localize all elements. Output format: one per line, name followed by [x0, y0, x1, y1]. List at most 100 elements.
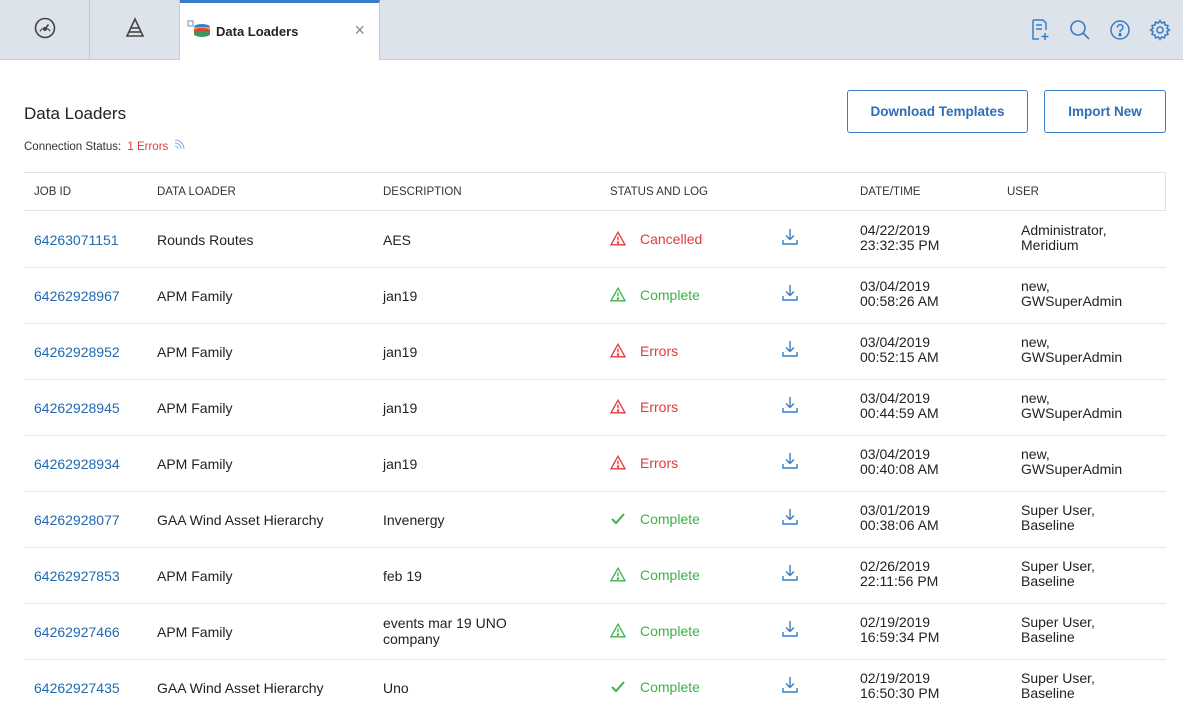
- header-data-loader[interactable]: DATA LOADER: [157, 186, 236, 198]
- user: Administrator, Meridium: [1021, 223, 1107, 253]
- help-icon[interactable]: [1107, 17, 1133, 43]
- time: 16:59:34 PM: [860, 629, 940, 645]
- status-cell[interactable]: Complete: [610, 287, 700, 303]
- header-job-id[interactable]: JOB ID: [34, 186, 71, 198]
- download-templates-button[interactable]: Download Templates: [847, 90, 1028, 133]
- date: 03/04/2019: [860, 390, 931, 406]
- job-id-link[interactable]: 64262927853: [34, 568, 120, 584]
- user-line-1: Super User,: [1021, 558, 1095, 574]
- warning-icon: [610, 231, 626, 247]
- page-title: Data Loaders: [24, 104, 127, 123]
- download-log-icon[interactable]: [780, 507, 800, 527]
- connection-status: Connection Status: 1 Errors: [24, 139, 185, 153]
- status-label: Errors: [640, 343, 679, 359]
- connection-errors-link[interactable]: 1 Errors: [127, 141, 168, 153]
- user-line-1: Super User,: [1021, 670, 1095, 686]
- signal-icon: [174, 139, 185, 153]
- job-id-link[interactable]: 64262928952: [34, 344, 120, 360]
- download-log-icon[interactable]: [780, 675, 800, 695]
- header-datetime[interactable]: DATE/TIME: [860, 186, 920, 198]
- job-id-link[interactable]: 64263071151: [34, 232, 119, 248]
- warning-icon: [610, 623, 626, 639]
- data-loader-name: APM Family: [157, 288, 233, 304]
- user-line-2: GWSuperAdmin: [1021, 349, 1123, 365]
- status-cell[interactable]: Complete: [610, 567, 700, 583]
- status-cell[interactable]: Errors: [610, 455, 678, 471]
- table-row: 64262928967 APM Family jan19 Complete 03/04/…: [24, 268, 1166, 324]
- tab-dashboard[interactable]: [0, 0, 90, 60]
- date: 03/04/2019: [860, 446, 931, 462]
- time: 00:58:26 AM: [860, 293, 939, 309]
- header-description[interactable]: DESCRIPTION: [383, 186, 462, 198]
- date: 03/04/2019: [860, 278, 931, 294]
- status-cell[interactable]: Errors: [610, 399, 678, 415]
- date: 02/19/2019: [860, 614, 931, 630]
- table-header: JOB ID DATA LOADER DESCRIPTION STATUS AN…: [24, 172, 1166, 211]
- job-id-link[interactable]: 64262928934: [34, 456, 120, 472]
- download-log-icon[interactable]: [780, 619, 800, 639]
- gauge-icon: [33, 16, 57, 45]
- check-icon: [610, 679, 626, 695]
- status-label: Complete: [640, 567, 700, 583]
- top-tab-bar: Data Loaders ×: [0, 0, 1183, 60]
- status-cell[interactable]: Cancelled: [610, 231, 702, 247]
- time: 00:40:08 AM: [860, 461, 939, 477]
- gear-icon[interactable]: [1147, 17, 1173, 43]
- close-icon[interactable]: ×: [354, 21, 365, 39]
- time: 22:11:56 PM: [860, 573, 939, 589]
- description: feb 19: [383, 568, 422, 584]
- status-cell[interactable]: Complete: [610, 679, 700, 695]
- datetime: 02/26/2019 22:11:56 PM: [860, 559, 938, 589]
- download-log-icon[interactable]: [780, 339, 800, 359]
- table-row: 64263071151 Rounds Routes AES Cancelled 04/2…: [24, 212, 1166, 268]
- status-cell[interactable]: Complete: [610, 511, 700, 527]
- header-status[interactable]: STATUS AND LOG: [610, 186, 708, 198]
- date: 03/01/2019: [860, 502, 931, 518]
- warning-icon: [610, 567, 626, 583]
- download-log-icon[interactable]: [780, 451, 800, 471]
- header-user[interactable]: USER: [1007, 186, 1039, 198]
- download-log-icon[interactable]: [780, 563, 800, 583]
- user: Super User, Baseline: [1021, 503, 1095, 533]
- status-label: Complete: [640, 511, 700, 527]
- job-id-link[interactable]: 64262927435: [34, 680, 120, 696]
- tab-data-loaders[interactable]: Data Loaders ×: [180, 0, 380, 60]
- table-row: 64262928934 APM Family jan19 Errors 03/04/20…: [24, 436, 1166, 492]
- datetime: 03/01/2019 00:38:06 AM: [860, 503, 939, 533]
- user-line-1: new,: [1021, 278, 1050, 294]
- description: jan19: [383, 288, 418, 304]
- date: 04/22/2019: [860, 222, 931, 238]
- time: 00:44:59 AM: [860, 405, 939, 421]
- download-log-icon[interactable]: [780, 283, 800, 303]
- job-id-link[interactable]: 64262928945: [34, 400, 120, 416]
- user-line-1: Super User,: [1021, 502, 1095, 518]
- date: 03/04/2019: [860, 334, 931, 350]
- user: new, GWSuperAdmin: [1021, 391, 1122, 421]
- connection-label: Connection Status:: [24, 141, 122, 153]
- datetime: 03/04/2019 00:52:15 AM: [860, 335, 939, 365]
- warning-icon: [610, 343, 626, 359]
- status-cell[interactable]: Errors: [610, 343, 678, 359]
- user-line-1: Administrator,: [1021, 222, 1107, 238]
- time: 00:38:06 AM: [860, 517, 939, 533]
- status-label: Complete: [640, 623, 700, 639]
- job-id-link[interactable]: 64262927466: [34, 624, 120, 640]
- user-line-1: Super User,: [1021, 614, 1095, 630]
- data-loader-name: GAA Wind Asset Hierarchy: [157, 680, 324, 696]
- search-icon[interactable]: [1067, 17, 1093, 43]
- job-id-link[interactable]: 64262928077: [34, 512, 120, 528]
- tab-hierarchy[interactable]: [90, 0, 180, 60]
- new-document-icon[interactable]: [1027, 17, 1053, 43]
- description: AES: [383, 232, 412, 248]
- time: 00:52:15 AM: [860, 349, 939, 365]
- job-id-link[interactable]: 64262928967: [34, 288, 120, 304]
- data-loader-name: APM Family: [157, 344, 233, 360]
- table-row: 64262927853 APM Family feb 19 Complete 02/26…: [24, 548, 1166, 604]
- status-cell[interactable]: Complete: [610, 623, 700, 639]
- download-log-icon[interactable]: [780, 395, 800, 415]
- user-line-2: GWSuperAdmin: [1021, 405, 1123, 421]
- download-log-icon[interactable]: [780, 227, 800, 247]
- import-new-button[interactable]: Import New: [1044, 90, 1166, 133]
- status-label: Errors: [640, 399, 679, 415]
- table-row: 64262927435 GAA Wind Asset Hierarchy Uno Co…: [24, 660, 1166, 715]
